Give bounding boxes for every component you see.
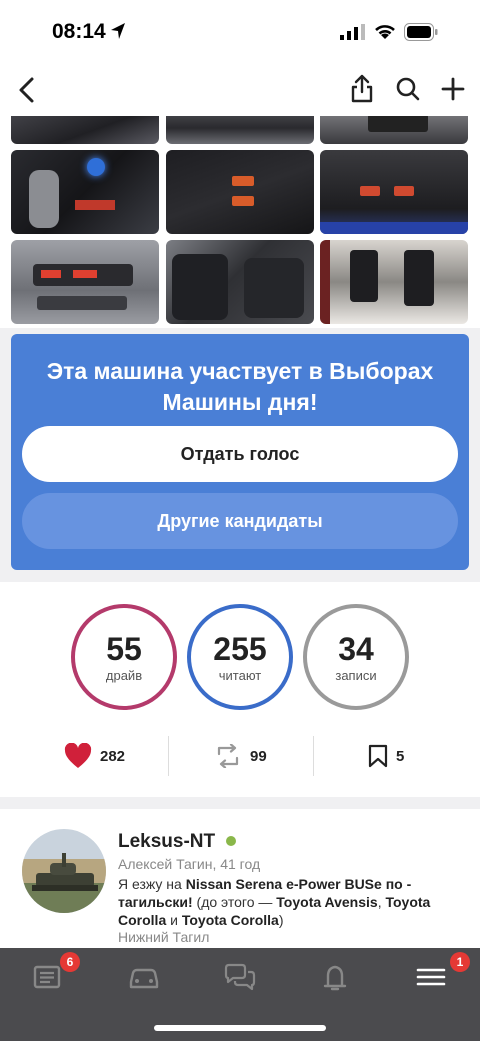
posts-stat[interactable]: 34 записи <box>303 604 409 710</box>
gallery-photo[interactable] <box>166 116 314 144</box>
desc-text: Я езжу на <box>118 876 186 892</box>
heart-icon <box>64 743 92 768</box>
tab-menu[interactable]: 1 <box>414 952 470 994</box>
repost-icon <box>217 744 239 768</box>
menu-badge: 1 <box>450 952 470 972</box>
wifi-icon <box>375 25 395 39</box>
desc-text: и <box>166 912 182 928</box>
menu-icon <box>416 968 446 986</box>
share-icon[interactable] <box>350 74 374 104</box>
desc-text: ) <box>278 912 284 928</box>
bookmark-button[interactable]: 5 <box>368 736 404 776</box>
drives-count: 55 <box>106 631 142 667</box>
repost-button[interactable]: 99 <box>214 736 267 776</box>
gallery-photo[interactable] <box>320 116 468 144</box>
other-candidates-button[interactable]: Другие кандидаты <box>22 493 458 549</box>
notifications-bell-icon <box>323 965 347 991</box>
posts-count: 34 <box>338 631 374 667</box>
stats-card: 55 драйв 255 читают 34 записи 282 99 5 <box>0 582 480 797</box>
bookmarks-count: 5 <box>396 747 405 765</box>
home-indicator <box>154 1025 326 1031</box>
avatar[interactable] <box>22 829 106 913</box>
gallery-photo[interactable] <box>166 240 314 324</box>
tab-garage[interactable] <box>127 962 167 994</box>
previous-car-link[interactable]: Toyota Corolla <box>182 912 279 928</box>
readers-count: 255 <box>213 631 267 667</box>
nav-bar <box>0 64 480 116</box>
vote-title: Эта машина участвует в Выборах Машины дн… <box>46 358 434 415</box>
profile-city: Нижний Тагил <box>118 929 210 945</box>
chat-icon <box>224 963 256 991</box>
status-bar: 08:14 <box>0 0 480 64</box>
posts-label: записи <box>335 668 377 683</box>
readers-label: читают <box>218 668 262 683</box>
gallery-photo[interactable] <box>166 150 314 234</box>
profile-subtitle: Алексей Тагин, 41 год <box>118 856 261 872</box>
likes-count: 282 <box>100 747 126 765</box>
profile-description: Я езжу на Nissan Serena e-Power BUSe по … <box>118 875 468 929</box>
photo-gallery <box>0 116 480 328</box>
gallery-photo[interactable] <box>320 150 468 234</box>
profile-name[interactable]: Leksus-NT <box>118 831 215 853</box>
feed-icon <box>33 965 61 989</box>
car-of-the-day-vote-card: Эта машина участвует в Выборах Машины дн… <box>11 334 469 570</box>
bookmark-icon <box>368 744 388 768</box>
vote-button[interactable]: Отдать голос <box>22 426 458 482</box>
profile-card[interactable]: Leksus-NT Алексей Тагин, 41 год Я езжу н… <box>0 809 480 949</box>
gallery-photo[interactable] <box>11 240 159 324</box>
drives-stat[interactable]: 55 драйв <box>71 604 177 710</box>
feed-badge: 6 <box>60 952 80 972</box>
previous-car-link[interactable]: Toyota Avensis <box>276 894 377 910</box>
tab-messages[interactable] <box>222 962 262 994</box>
drives-label: драйв <box>105 668 143 683</box>
like-button[interactable]: 282 <box>64 736 125 776</box>
divider <box>168 736 169 776</box>
readers-stat[interactable]: 255 читают <box>187 604 293 710</box>
search-icon[interactable] <box>395 76 421 102</box>
back-chevron-icon[interactable] <box>14 76 40 104</box>
garage-car-icon <box>129 968 159 989</box>
gallery-photo[interactable] <box>11 116 159 144</box>
desc-text: (до этого — <box>192 894 277 910</box>
add-icon[interactable] <box>440 76 466 102</box>
status-time: 08:14 <box>52 20 106 43</box>
avatar-tank-image <box>22 829 106 913</box>
location-arrow-icon <box>111 23 125 39</box>
tab-notifications[interactable] <box>318 962 358 994</box>
battery-icon <box>404 23 438 41</box>
reposts-count: 99 <box>250 747 267 765</box>
tab-feed[interactable]: 6 <box>30 952 80 994</box>
gallery-photo[interactable] <box>11 150 159 234</box>
cellular-signal-icon <box>340 24 365 40</box>
gallery-photo[interactable] <box>320 240 468 324</box>
divider <box>313 736 314 776</box>
online-status-indicator <box>226 836 236 846</box>
